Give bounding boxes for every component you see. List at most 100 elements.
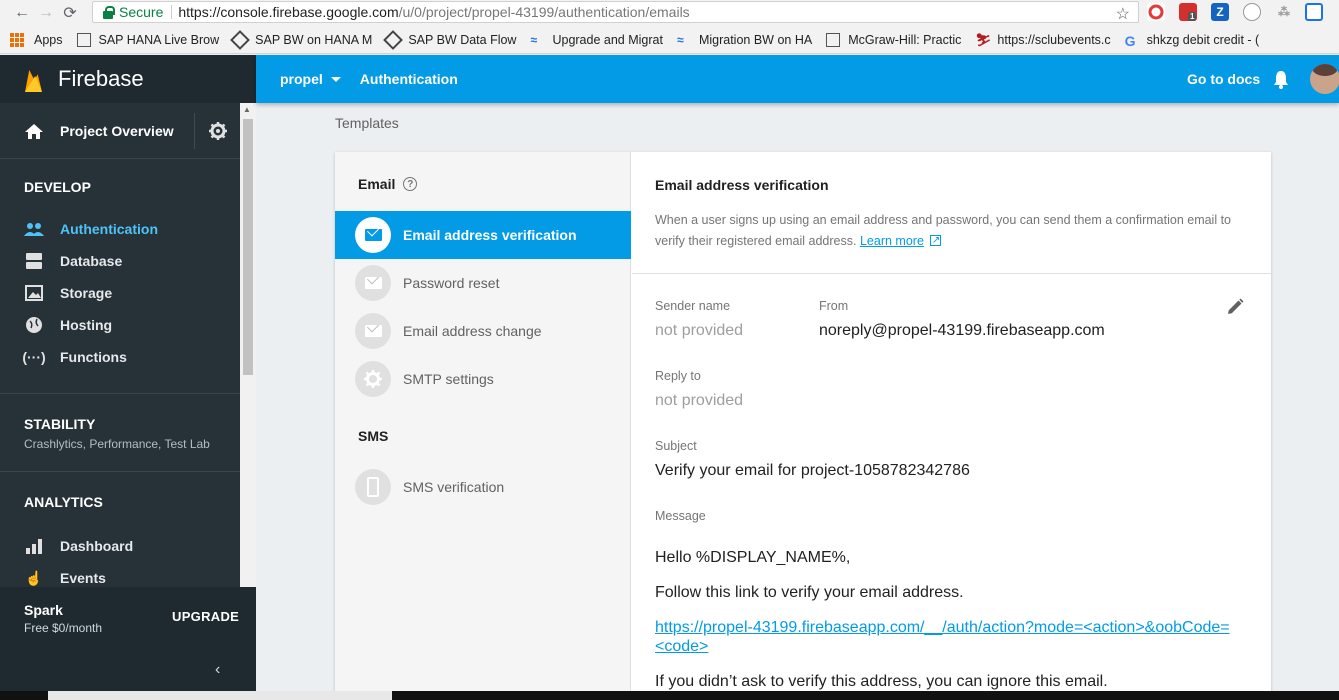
apps-grid-icon bbox=[10, 32, 24, 47]
bookmark-sap-hana-live[interactable]: SAP HANA Live Brow bbox=[76, 32, 219, 47]
url-host: https://console.firebase.google.com bbox=[178, 4, 399, 20]
help-icon[interactable]: ? bbox=[403, 177, 418, 191]
message-line-2: If you didn’t ask to verify this address… bbox=[655, 673, 1108, 690]
template-list: Email ? Email address verification Passw… bbox=[335, 152, 631, 700]
url-path: /u/0/project/propel-43199/authentication… bbox=[398, 4, 690, 20]
template-label: SMS verification bbox=[403, 479, 505, 495]
gear-icon bbox=[355, 361, 391, 397]
url-separator bbox=[171, 5, 173, 19]
mail-extension-icon[interactable]: 1 bbox=[1179, 3, 1197, 21]
template-smtp-settings[interactable]: SMTP settings bbox=[335, 355, 631, 403]
bookmark-mcgraw-hill[interactable]: McGraw-Hill: Practic bbox=[826, 32, 961, 47]
sidebar: Firebase Project Overview DEVELOP Authen… bbox=[0, 55, 256, 700]
nav-item-label: Storage bbox=[60, 285, 113, 301]
document-icon bbox=[76, 32, 91, 47]
brand-name: Firebase bbox=[58, 66, 144, 91]
template-password-reset[interactable]: Password reset bbox=[335, 259, 631, 307]
analytics-section-title: ANALYTICS bbox=[24, 494, 103, 510]
bookmark-shkzg[interactable]: G shkzg debit credit - ( bbox=[1125, 33, 1260, 49]
verification-link[interactable]: https://propel-43199.firebaseapp.com/__/… bbox=[655, 618, 1245, 656]
firebase-logo-icon bbox=[22, 64, 44, 94]
sidebar-scrollbar[interactable]: ▲ ▼ bbox=[240, 103, 256, 641]
envelope-icon bbox=[355, 313, 391, 349]
bookmark-migration-bw[interactable]: ≈ Migration BW on HA bbox=[677, 33, 812, 47]
wave-icon: ≈ bbox=[676, 32, 684, 47]
template-email-verification[interactable]: Email address verification bbox=[335, 211, 631, 259]
top-app-bar: propel Authentication Go to docs bbox=[256, 55, 1339, 103]
template-label: Email address change bbox=[403, 323, 542, 339]
nav-item-label: Authentication bbox=[60, 221, 158, 237]
go-to-docs-link[interactable]: Go to docs bbox=[1187, 71, 1260, 87]
bookmark-upgrade-migration[interactable]: ≈ Upgrade and Migrat bbox=[530, 33, 662, 47]
from-value: noreply@propel-43199.firebaseapp.com bbox=[819, 322, 1105, 339]
circle-extension-icon[interactable] bbox=[1243, 3, 1261, 21]
email-section-title: Email bbox=[358, 176, 396, 192]
nav-item-dashboard[interactable]: Dashboard bbox=[0, 530, 256, 562]
nav-item-label: Functions bbox=[60, 349, 127, 365]
project-overview[interactable]: Project Overview bbox=[0, 103, 256, 159]
people-icon bbox=[24, 219, 44, 239]
reload-icon[interactable]: ⟳ bbox=[58, 2, 82, 24]
reply-to-label: Reply to bbox=[655, 369, 701, 383]
plan-price: Free $0/month bbox=[24, 621, 103, 635]
bookmark-sap-bw-hana[interactable]: SAP BW on HANA M bbox=[230, 29, 373, 50]
template-sms-verification[interactable]: SMS verification bbox=[335, 463, 631, 511]
extension-badge: 1 bbox=[1188, 12, 1197, 21]
message-line-1: Follow this link to verify your email ad… bbox=[655, 584, 964, 601]
scrollbar-thumb[interactable] bbox=[243, 119, 253, 375]
detail-description: When a user signs up using an email addr… bbox=[655, 210, 1255, 252]
develop-section-title: DEVELOP bbox=[24, 179, 91, 195]
nav-item-storage[interactable]: Storage bbox=[0, 277, 256, 309]
detail-divider bbox=[632, 273, 1271, 274]
image-icon bbox=[24, 283, 44, 303]
database-icon bbox=[24, 251, 44, 271]
project-selector[interactable]: propel bbox=[280, 71, 341, 87]
template-detail: Email address verification When a user s… bbox=[632, 152, 1271, 700]
project-overview-label: Project Overview bbox=[60, 122, 174, 139]
breadcrumb: Templates bbox=[335, 115, 399, 131]
lock-icon bbox=[101, 5, 115, 19]
nav-item-hosting[interactable]: Hosting bbox=[0, 309, 256, 341]
scroll-up-icon[interactable]: ▲ bbox=[243, 105, 251, 114]
bookmark-apps[interactable]: Apps bbox=[0, 32, 63, 47]
avatar[interactable] bbox=[1310, 64, 1339, 94]
learn-more-link[interactable]: Learn more bbox=[860, 234, 924, 248]
upgrade-button[interactable]: UPGRADE bbox=[172, 609, 239, 624]
tree-extension-icon[interactable]: ⁂ bbox=[1275, 3, 1293, 21]
stability-section-title[interactable]: STABILITY bbox=[0, 416, 256, 432]
bookmark-label: Apps bbox=[34, 32, 63, 47]
bookmark-sclubevents[interactable]: ⛷ https://sclubevents.c bbox=[975, 33, 1110, 47]
notifications-icon[interactable] bbox=[1272, 69, 1290, 94]
globe-icon bbox=[24, 315, 44, 335]
bookmark-star-icon[interactable]: ☆ bbox=[1116, 4, 1130, 24]
bookmark-sap-bw-data-flow[interactable]: SAP BW Data Flow bbox=[383, 29, 516, 50]
collapse-sidebar-icon[interactable]: ‹ bbox=[215, 661, 220, 679]
detail-description-text: When a user signs up using an email addr… bbox=[655, 213, 1232, 248]
templates-card: Email ? Email address verification Passw… bbox=[335, 152, 1271, 700]
address-bar[interactable]: Secure https://console.firebase.google.c… bbox=[92, 1, 1139, 23]
back-icon[interactable]: ← bbox=[10, 2, 34, 24]
plan-panel: Spark Free $0/month UPGRADE ‹ bbox=[0, 587, 256, 700]
phone-icon bbox=[355, 469, 391, 505]
wave-icon: ≈ bbox=[530, 32, 538, 47]
edit-pencil-icon[interactable] bbox=[1225, 297, 1245, 322]
settings-button[interactable] bbox=[194, 113, 240, 149]
nav-item-database[interactable]: Database bbox=[0, 245, 256, 277]
opera-icon[interactable] bbox=[1147, 3, 1165, 21]
template-email-change[interactable]: Email address change bbox=[335, 307, 631, 355]
project-name: propel bbox=[280, 71, 323, 87]
sender-name-value: not provided bbox=[655, 322, 744, 339]
nav-item-functions[interactable]: (···) Functions bbox=[0, 341, 256, 373]
subject-label: Subject bbox=[655, 439, 697, 453]
forward-icon[interactable]: → bbox=[34, 2, 58, 24]
message-label: Message bbox=[655, 509, 706, 523]
page-title: Authentication bbox=[359, 71, 458, 87]
diamond-icon bbox=[383, 29, 404, 50]
secure-label: Secure bbox=[119, 4, 164, 20]
sidebar-header[interactable]: Firebase bbox=[0, 55, 256, 103]
nav-item-authentication[interactable]: Authentication bbox=[0, 213, 256, 245]
z-extension-icon[interactable]: Z bbox=[1211, 3, 1229, 21]
message-greeting: Hello %DISPLAY_NAME%, bbox=[655, 549, 851, 566]
bookmark-label: SAP BW on HANA M bbox=[255, 32, 373, 47]
cast-icon[interactable] bbox=[1305, 3, 1323, 21]
